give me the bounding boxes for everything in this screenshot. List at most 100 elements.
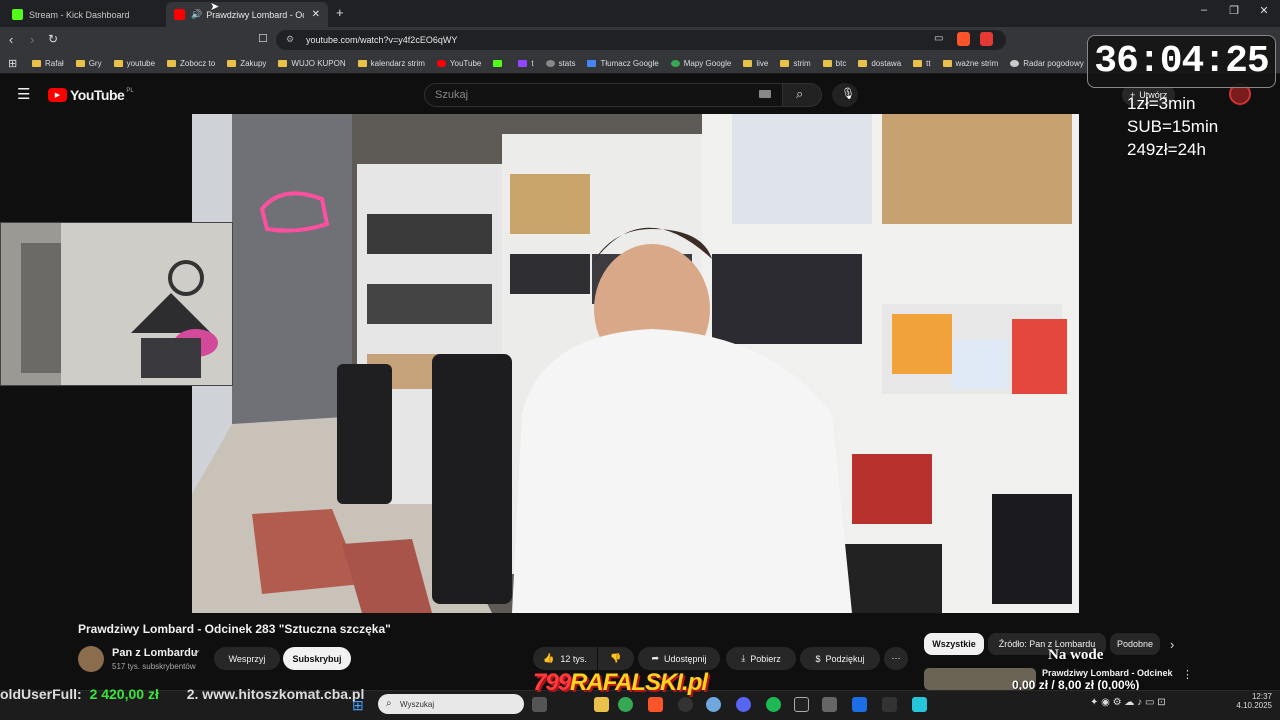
maps-icon bbox=[670, 59, 680, 67]
tray-icons[interactable]: ✦ ◉ ⚙ ☁ ♪ ▭ ⊡ bbox=[1090, 697, 1166, 708]
video-player[interactable] bbox=[192, 114, 1079, 613]
bookmark-link[interactable]: Mapy Google bbox=[670, 59, 731, 68]
bookmark-folder[interactable]: Gry bbox=[75, 59, 102, 68]
bookmark-icon[interactable]: ☐ bbox=[258, 32, 268, 45]
file-explorer-icon[interactable] bbox=[594, 697, 609, 712]
minimize-button[interactable]: – bbox=[1194, 4, 1214, 16]
thanks-icon: $ bbox=[815, 653, 821, 664]
channel-avatar[interactable] bbox=[78, 646, 104, 672]
folder-icon bbox=[858, 59, 868, 67]
site-info-icon[interactable]: ⚙ bbox=[286, 34, 294, 45]
windows-start-icon[interactable]: ⊞ bbox=[352, 697, 364, 714]
browser-tab-strip: Stream - Kick Dashboard 🔊 Prawdziwy Lomb… bbox=[0, 0, 1280, 27]
like-button[interactable]: 👍 12 tys. bbox=[533, 647, 597, 670]
thumbs-down-icon: 👎 bbox=[610, 653, 622, 663]
youtube-logo[interactable]: ▶ YouTube PL bbox=[48, 87, 134, 103]
folder-icon bbox=[942, 59, 952, 67]
task-view-icon[interactable] bbox=[532, 697, 547, 712]
donation-ticker: oldUserFull: 2 420,00 zł 2. www.hitoszko… bbox=[0, 686, 364, 702]
next-video-title[interactable]: Prawdziwy Lombard - Odcinek bbox=[1042, 668, 1173, 678]
bookmark-link[interactable]: Radar pogodowy bbox=[1010, 59, 1084, 68]
media-player-icon[interactable] bbox=[794, 697, 809, 712]
tab-title: Prawdziwy Lombard - Odcinek bbox=[206, 9, 303, 20]
globe-icon bbox=[1010, 59, 1020, 67]
bookmark-folder[interactable]: youtube bbox=[113, 59, 155, 68]
folder-icon bbox=[32, 59, 41, 67]
apps-grid-icon[interactable]: ⊞ bbox=[8, 57, 17, 70]
new-tab-button[interactable]: + bbox=[336, 5, 344, 20]
speaker-icon[interactable]: 🔊 bbox=[191, 9, 202, 20]
bookmark-folder[interactable]: Rafał bbox=[32, 59, 64, 68]
capcut-icon[interactable] bbox=[882, 697, 897, 712]
rate-line: SUB=15min bbox=[1127, 117, 1219, 136]
brave-rewards-icon[interactable] bbox=[980, 32, 993, 46]
taskbar-search-input[interactable]: ⌕ Wyszukaj bbox=[378, 694, 524, 714]
excel-icon[interactable] bbox=[852, 697, 867, 712]
bookmark-folder[interactable]: btc bbox=[822, 59, 846, 68]
brave-icon[interactable] bbox=[648, 697, 663, 712]
subathon-timer: 36:04:25 bbox=[1087, 35, 1276, 88]
support-button[interactable]: Wesprzyj bbox=[214, 647, 280, 670]
discord-icon[interactable] bbox=[736, 697, 751, 712]
play-logo-icon: ▶ bbox=[48, 88, 67, 102]
bookmark-folder[interactable]: Zakupy bbox=[227, 59, 266, 68]
bookmark-folder[interactable]: strim bbox=[780, 59, 811, 68]
spotify-icon[interactable] bbox=[766, 697, 781, 712]
bookmark-link[interactable]: t bbox=[518, 59, 534, 68]
bookmark-link[interactable] bbox=[493, 59, 506, 67]
clock[interactable]: 12:37 4.10.2025 bbox=[1232, 692, 1272, 710]
channel-name[interactable]: Pan z Lombardu bbox=[112, 647, 198, 659]
brand-name: RAFALSKI.pl bbox=[570, 669, 708, 696]
bookmark-folder[interactable]: Zobocz to bbox=[167, 59, 215, 68]
next-video-menu-icon[interactable]: ⋮ bbox=[1182, 668, 1193, 681]
thanks-button[interactable]: $ Podziękuj bbox=[800, 647, 880, 670]
bookmark-folder[interactable]: ważne strim bbox=[942, 59, 998, 68]
obs-icon[interactable] bbox=[678, 697, 693, 712]
app-icon[interactable] bbox=[706, 697, 721, 712]
bookmark-folder[interactable]: kalendarz strim bbox=[357, 59, 425, 68]
more-actions-button[interactable]: ⋯ bbox=[884, 647, 908, 670]
calculator-icon[interactable] bbox=[822, 697, 837, 712]
search-button[interactable]: ⌕ bbox=[782, 83, 822, 107]
ticker-amount: 2 420,00 zł bbox=[89, 686, 159, 702]
bookmark-link[interactable]: Tłumacz Google bbox=[587, 59, 659, 68]
share-button[interactable]: ➦ Udostępnij bbox=[638, 647, 720, 670]
keyboard-icon[interactable] bbox=[759, 90, 771, 98]
dislike-button[interactable]: 👎 bbox=[598, 647, 634, 670]
video-frame bbox=[192, 114, 1079, 613]
chip-similar[interactable]: Podobne bbox=[1110, 633, 1160, 655]
twitch-icon bbox=[518, 59, 528, 67]
search-input[interactable]: Szukaj bbox=[424, 83, 784, 107]
bookmark-folder[interactable]: dostawa bbox=[858, 59, 901, 68]
download-button[interactable]: ⤓ Pobierz bbox=[726, 647, 796, 670]
voice-search-button[interactable]: 🎙 bbox=[832, 83, 858, 107]
stats-icon bbox=[545, 59, 555, 67]
bookmark-link[interactable]: stats bbox=[545, 59, 575, 68]
brave-shield-icon[interactable] bbox=[957, 32, 970, 46]
close-window-button[interactable]: ✕ bbox=[1254, 4, 1274, 17]
close-tab-icon[interactable]: ✕ bbox=[312, 9, 320, 20]
tab-kick-dashboard[interactable]: Stream - Kick Dashboard bbox=[4, 2, 164, 27]
video-title: Prawdziwy Lombard - Odcinek 283 "Sztuczn… bbox=[78, 622, 391, 636]
bookmark-folder[interactable]: WUJO KUPON bbox=[278, 59, 346, 68]
cast-icon[interactable]: ▭ bbox=[934, 33, 943, 44]
address-bar[interactable]: ⚙ youtube.com/watch?v=y4f2cEO6qWY bbox=[276, 30, 1006, 50]
goal-label: Na wode bbox=[1048, 647, 1104, 663]
bookmark-folder[interactable]: tt bbox=[913, 59, 931, 68]
forward-button[interactable]: › bbox=[30, 32, 34, 47]
menu-icon[interactable]: ☰ bbox=[17, 85, 30, 103]
back-button[interactable]: ‹ bbox=[9, 32, 13, 47]
tab-title: Stream - Kick Dashboard bbox=[29, 9, 130, 20]
chrome-icon[interactable] bbox=[618, 697, 633, 712]
tab-youtube-video[interactable]: 🔊 Prawdziwy Lombard - Odcinek ✕ bbox=[166, 2, 328, 27]
folder-icon bbox=[822, 59, 832, 67]
thumbs-up-icon: 👍 bbox=[543, 653, 555, 663]
maximize-button[interactable]: ❐ bbox=[1224, 4, 1244, 17]
reload-button[interactable]: ↻ bbox=[48, 32, 58, 46]
bookmark-link[interactable]: YouTube bbox=[436, 59, 481, 68]
chips-next-icon[interactable]: › bbox=[1170, 637, 1174, 652]
chip-all[interactable]: Wszystkie bbox=[924, 633, 984, 655]
bookmark-folder[interactable]: live bbox=[743, 59, 768, 68]
notes-icon[interactable] bbox=[912, 697, 927, 712]
subscribe-button[interactable]: Subskrybuj bbox=[283, 647, 351, 670]
